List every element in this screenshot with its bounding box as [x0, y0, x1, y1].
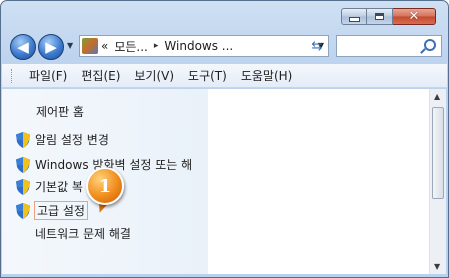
search-icon[interactable] — [424, 39, 436, 51]
address-bar[interactable]: « 모든... ▸ Windows ... ▼ — [79, 35, 329, 57]
menu-edit[interactable]: 편집(E) — [81, 67, 120, 84]
menu-file[interactable]: 파일(F) — [29, 67, 67, 84]
scroll-down-icon[interactable]: ▼ — [434, 262, 440, 271]
menu-bar: 파일(F) 편집(E) 보기(V) 도구(T) 도움말(H) — [2, 64, 447, 88]
back-button[interactable]: ◀ — [10, 34, 36, 60]
menu-view[interactable]: 보기(V) — [134, 67, 174, 84]
arrow-left-icon: ◀ — [17, 38, 29, 56]
task-notification-settings[interactable]: 알림 설정 변경 — [16, 131, 109, 148]
content-pane — [208, 89, 429, 274]
refresh-icon: ⇆ — [311, 38, 323, 54]
task-restore-defaults[interactable]: 기본값 복 — [16, 178, 83, 195]
shield-icon — [16, 156, 30, 173]
breadcrumb-windows-firewall[interactable]: Windows ... — [164, 39, 233, 53]
scroll-thumb[interactable] — [432, 107, 444, 199]
menu-tools[interactable]: 도구(T) — [188, 67, 227, 84]
step-callout-badge: 1 — [86, 167, 124, 205]
refresh-button[interactable]: ⇆ — [306, 36, 328, 56]
control-panel-home-link[interactable]: 제어판 홈 — [36, 103, 84, 120]
explorer-window: ✕ ◀ ▶ ▼ « 모든... ▸ Windows ... ▼ ⇆ 파일(F) … — [0, 0, 449, 278]
arrow-right-icon: ▶ — [45, 38, 57, 56]
minimize-button[interactable] — [341, 8, 367, 25]
task-label: 기본값 복 — [35, 180, 83, 194]
close-icon: ✕ — [408, 9, 420, 24]
task-label: 네트워크 문제 해결 — [35, 227, 131, 241]
recent-pages-dropdown[interactable]: ▼ — [67, 41, 73, 50]
close-button[interactable]: ✕ — [393, 8, 436, 25]
menu-help[interactable]: 도움말(H) — [241, 67, 293, 84]
task-label: 알림 설정 변경 — [35, 133, 109, 147]
search-input[interactable] — [336, 35, 442, 57]
control-panel-icon — [82, 38, 98, 54]
breadcrumb-overflow[interactable]: « — [101, 39, 108, 53]
shield-icon — [16, 202, 30, 219]
task-troubleshoot-network[interactable]: 네트워크 문제 해결 — [35, 225, 131, 242]
minimize-icon — [348, 17, 360, 22]
chevron-down-icon: ▼ — [67, 41, 74, 50]
caption-buttons: ✕ — [341, 8, 436, 25]
forward-button[interactable]: ▶ — [38, 34, 64, 60]
scroll-up-icon[interactable]: ▲ — [434, 92, 440, 101]
maximize-button[interactable] — [367, 8, 393, 25]
vertical-scrollbar[interactable]: ▲ ▼ — [429, 89, 446, 274]
maximize-icon — [375, 13, 384, 20]
shield-icon — [16, 131, 30, 148]
task-label: 고급 설정 — [34, 201, 88, 220]
breadcrumb-all-items[interactable]: 모든... — [114, 38, 148, 55]
shield-icon — [16, 178, 30, 195]
menu-grip — [11, 68, 14, 83]
breadcrumb-separator-icon[interactable]: ▸ — [154, 41, 159, 51]
task-advanced-settings[interactable]: 고급 설정 — [16, 201, 88, 220]
